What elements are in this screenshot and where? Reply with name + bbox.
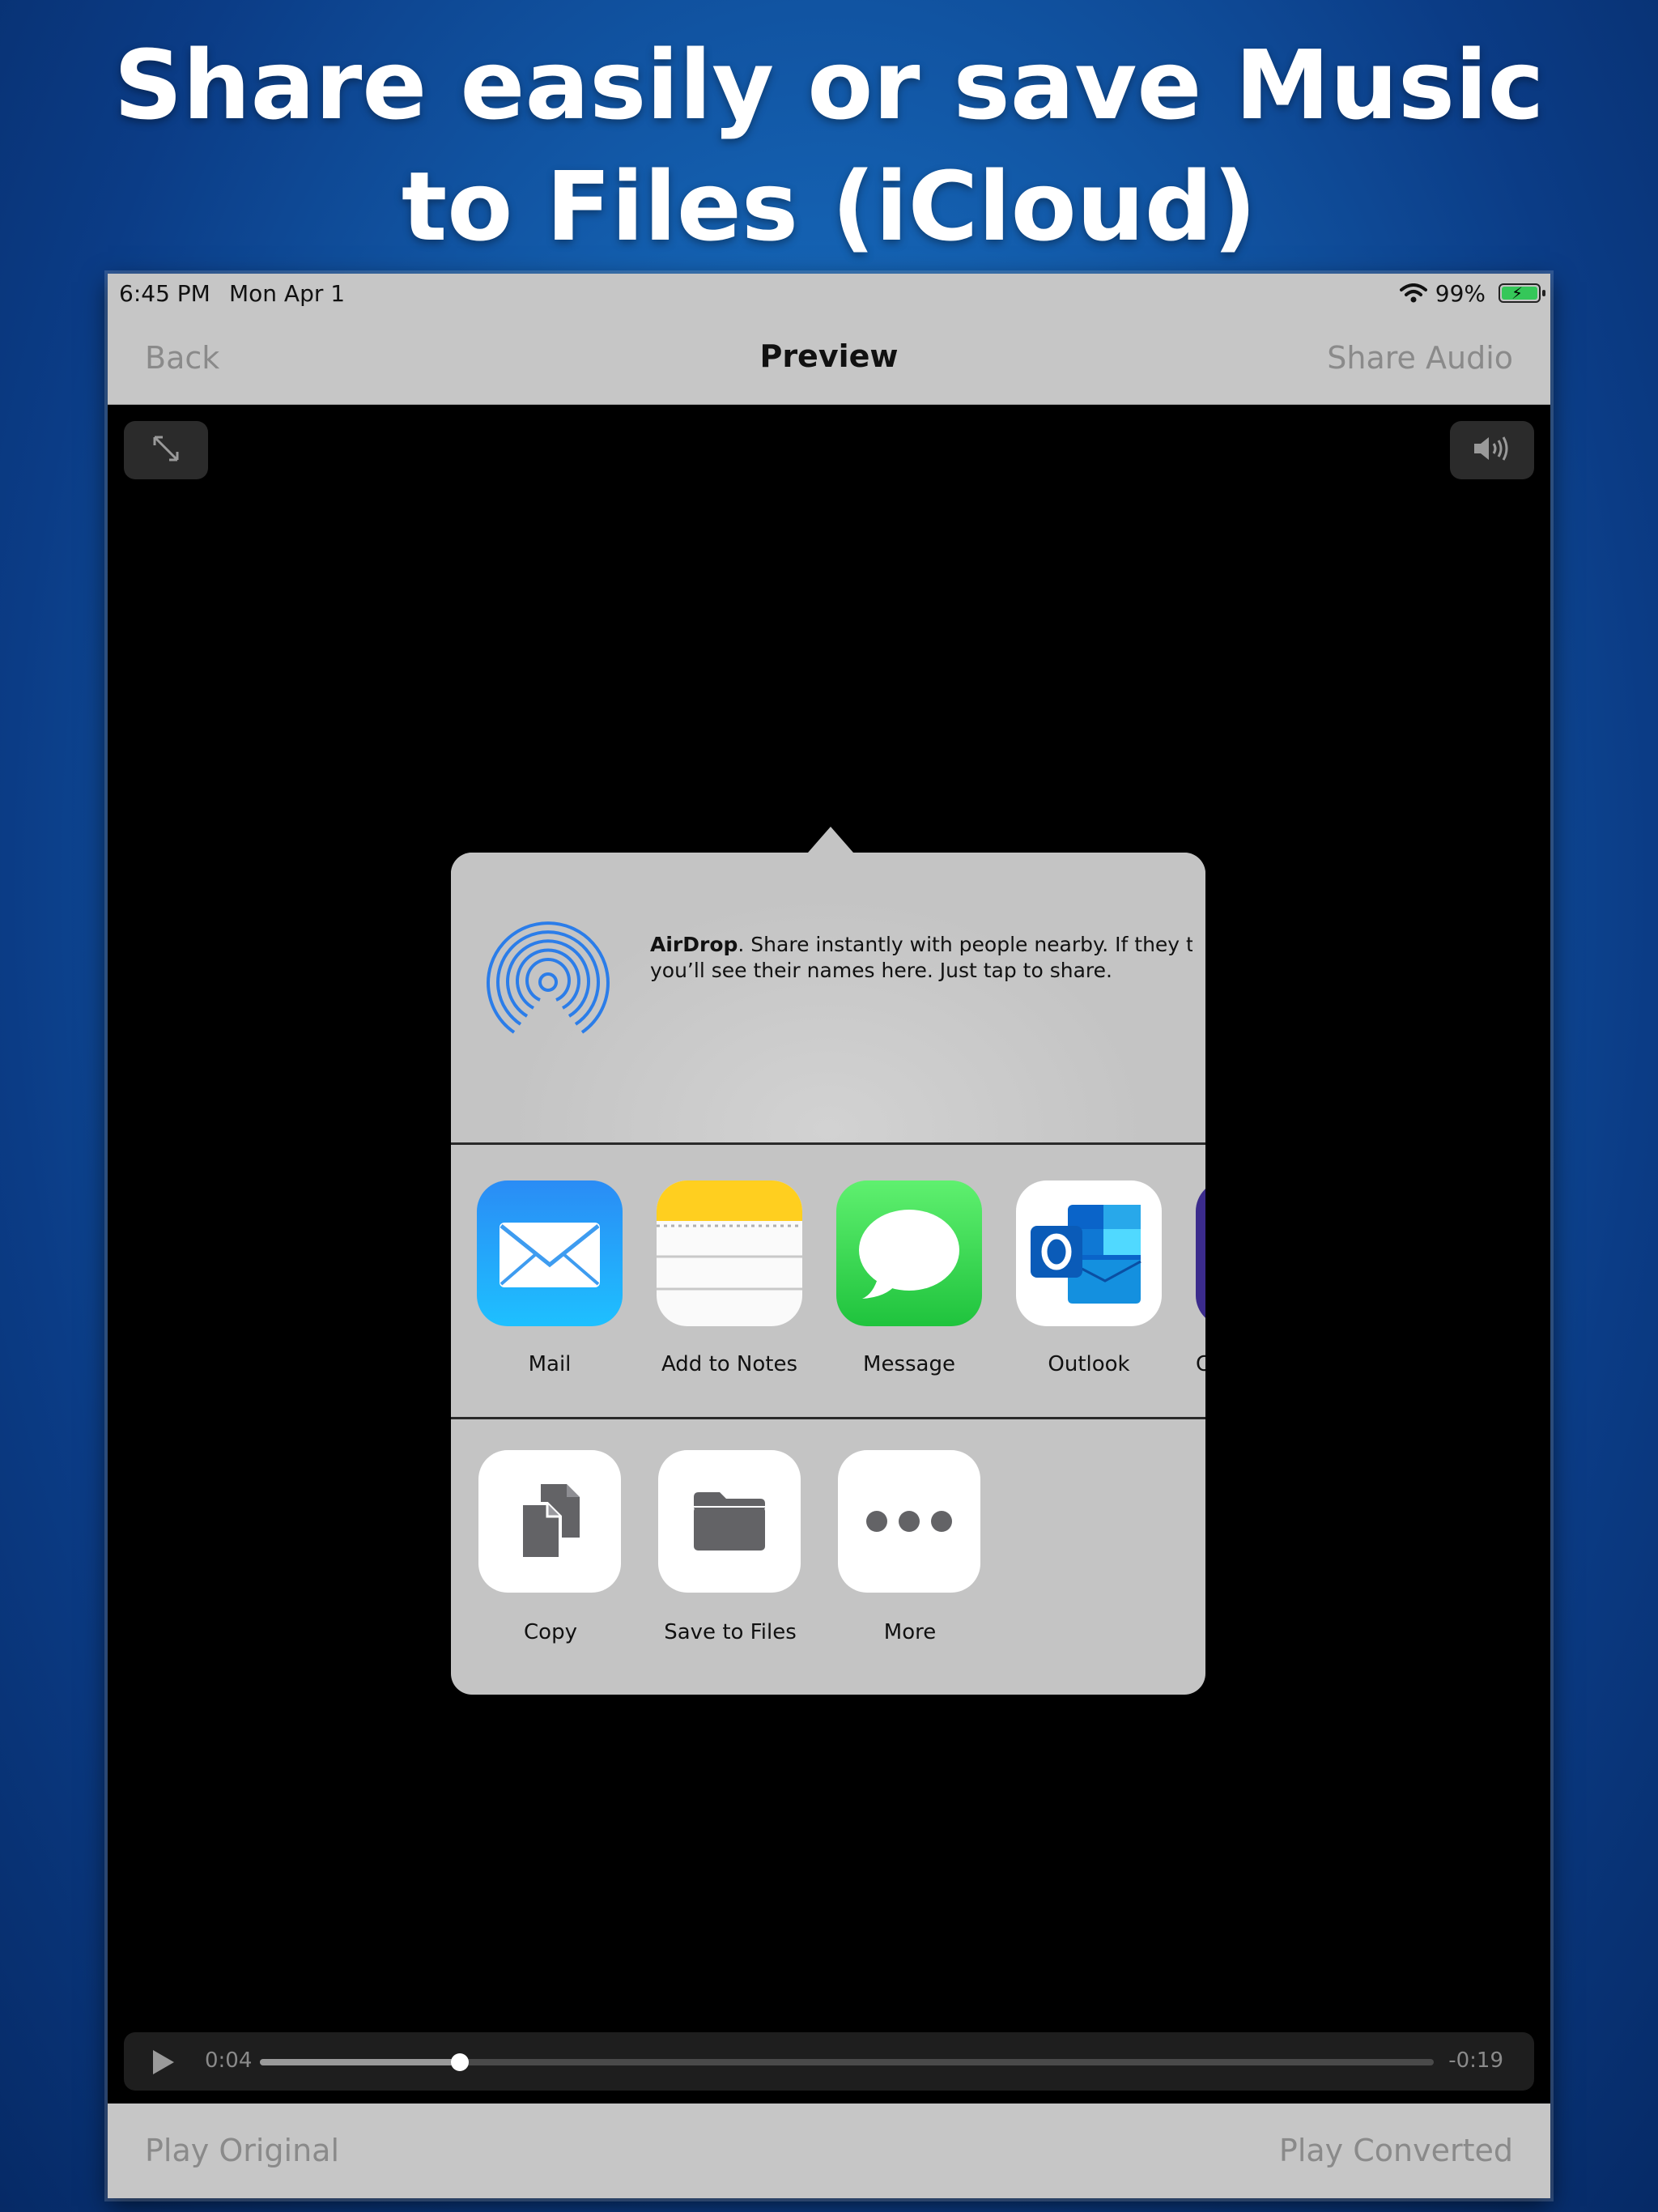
elapsed-time: 0:04 (205, 2048, 253, 2073)
device-screen: 6:45 PM Mon Apr 1 99% ⚡ Back Preview Sha… (108, 274, 1550, 2198)
copy-icon (478, 1450, 621, 1593)
play-converted-button[interactable]: Play Converted (1279, 2133, 1513, 2168)
share-app-label: Message (863, 1352, 955, 1376)
status-date: Mon Apr 1 (229, 280, 346, 307)
action-label: Copy (524, 1620, 577, 1644)
scrubber-knob[interactable] (450, 2053, 469, 2071)
wifi-icon (1400, 282, 1427, 308)
action-label: Save to Files (664, 1620, 797, 1644)
battery-percentage: 99% (1435, 280, 1486, 307)
progress-track[interactable] (260, 2053, 1434, 2071)
share-app-label: C (1196, 1352, 1205, 1376)
airdrop-description: AirDrop. Share instantly with people nea… (650, 932, 1192, 984)
share-app-add-to-notes[interactable]: Add to Notes (657, 1180, 802, 1376)
airdrop-icon (483, 917, 613, 1050)
headline-line-1: Share easily or save Music (113, 29, 1545, 141)
charging-bolt-icon: ⚡ (1511, 283, 1524, 303)
bottom-toolbar: Play Original Play Converted (108, 2104, 1550, 2198)
status-bar: 6:45 PM Mon Apr 1 99% ⚡ (108, 274, 1550, 311)
more-action[interactable]: More (838, 1450, 982, 1644)
share-app-label: Add to Notes (661, 1352, 798, 1376)
status-time: 6:45 PM (119, 280, 210, 307)
mail-icon (477, 1180, 623, 1326)
share-app-mail[interactable]: Mail (477, 1180, 623, 1376)
action-label: More (883, 1620, 937, 1644)
audio-player: 0:04 -0:19 (124, 2032, 1534, 2091)
share-app-message[interactable]: Message (836, 1180, 982, 1376)
more-icon (838, 1450, 980, 1593)
expand-icon (150, 432, 182, 468)
folder-icon (658, 1450, 801, 1593)
headline-line-2: to Files (iCloud) (401, 151, 1257, 262)
share-app-label: Outlook (1048, 1352, 1130, 1376)
expand-button[interactable] (124, 421, 208, 479)
volume-button[interactable] (1450, 421, 1534, 479)
share-sheet-arrow (808, 827, 853, 853)
airdrop-text-line-2: you’ll see their names here. Just tap to… (650, 959, 1112, 982)
outlook-icon (1016, 1180, 1162, 1326)
battery-icon: ⚡ (1499, 283, 1545, 303)
share-app-outlook[interactable]: Outlook (1016, 1180, 1162, 1376)
notes-icon (657, 1180, 802, 1326)
share-actions-row: Copy Save to Files More (451, 1419, 1205, 1695)
save-to-files-action[interactable]: Save to Files (658, 1450, 802, 1644)
share-app-label: Mail (528, 1352, 572, 1376)
share-app-partial[interactable]: C (1196, 1180, 1205, 1376)
copy-action[interactable]: Copy (478, 1450, 623, 1644)
progress-fill (260, 2059, 460, 2065)
play-original-button[interactable]: Play Original (145, 2133, 339, 2168)
share-apps-row: Mail Add to Notes Message Outlook C (451, 1145, 1205, 1417)
airdrop-title: AirDrop (650, 933, 738, 956)
airdrop-text-line-1: . Share instantly with people nearby. If… (738, 933, 1192, 956)
speaker-icon (1471, 434, 1513, 466)
play-icon[interactable] (151, 2048, 176, 2079)
message-icon (836, 1180, 982, 1326)
partial-app-icon (1196, 1180, 1205, 1326)
remaining-time: -0:19 (1448, 2048, 1503, 2073)
share-sheet: AirDrop. Share instantly with people nea… (451, 853, 1205, 1695)
airdrop-section[interactable]: AirDrop. Share instantly with people nea… (451, 853, 1205, 1144)
share-audio-button[interactable]: Share Audio (1327, 340, 1513, 376)
navigation-bar: Back Preview Share Audio (108, 311, 1550, 405)
